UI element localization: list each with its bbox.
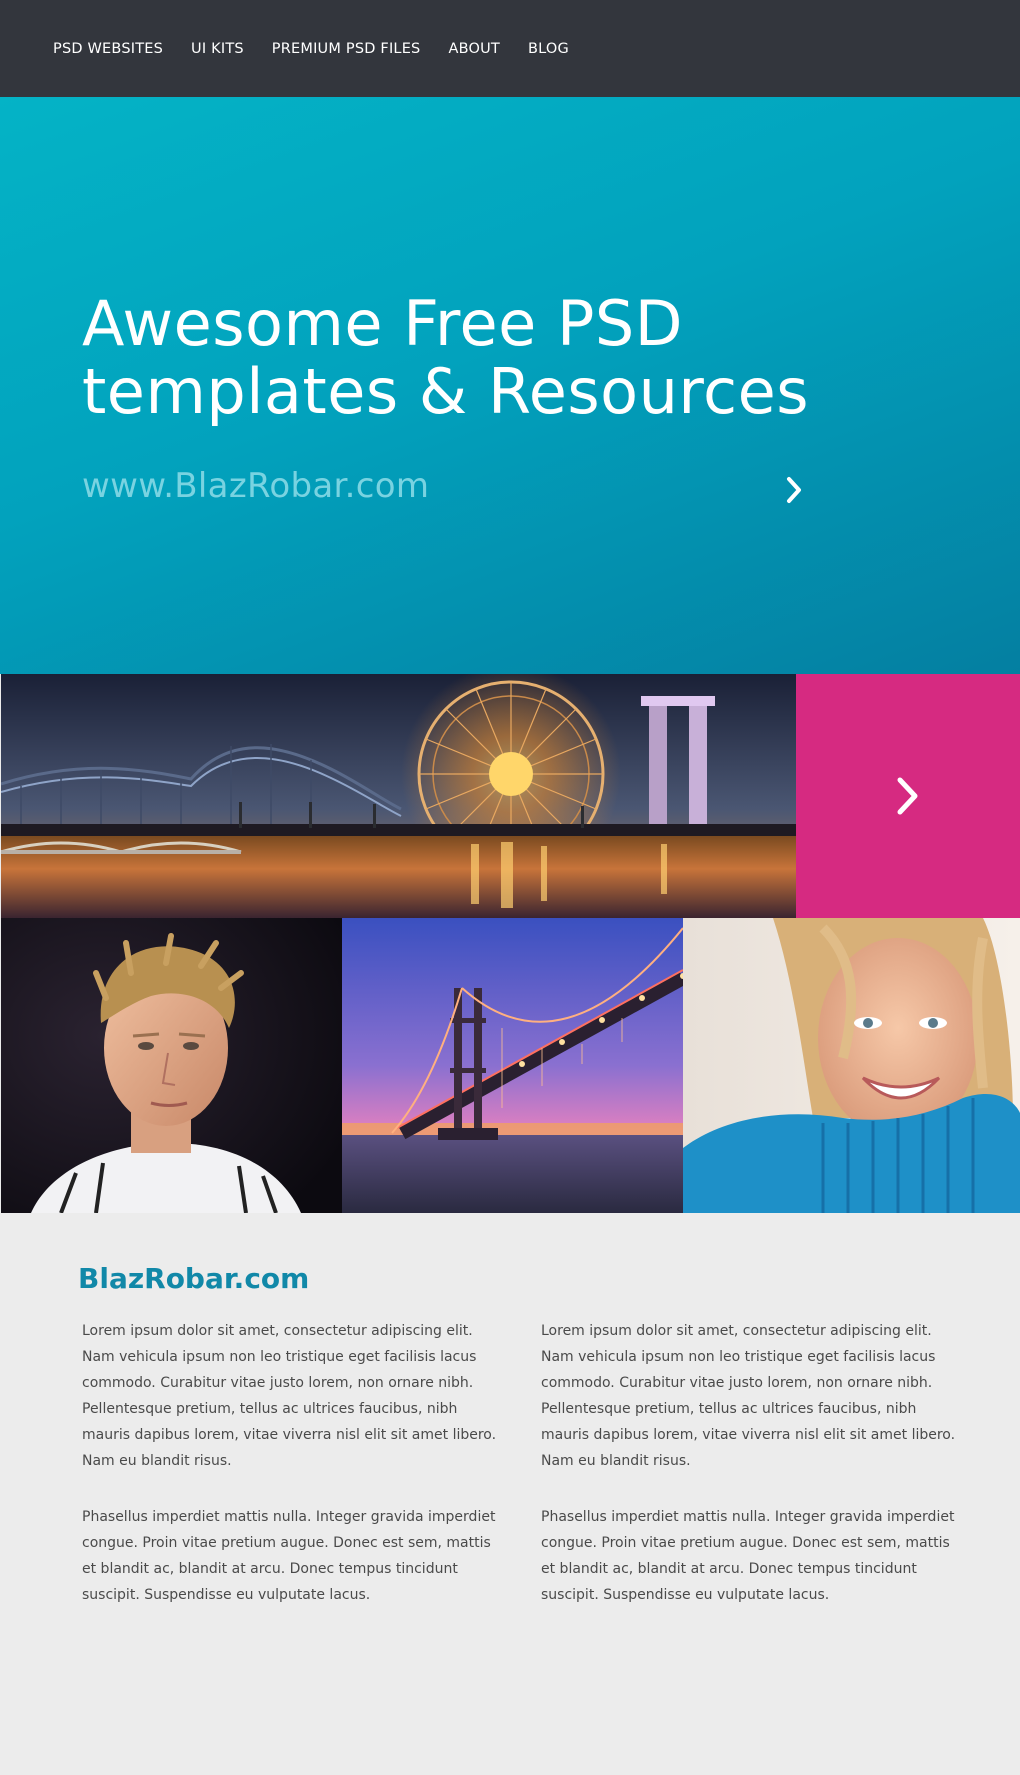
gallery-image-amusement-park[interactable] [1, 674, 796, 918]
gallery-image-woman-portrait[interactable] [683, 918, 1020, 1213]
content-paragraph: Lorem ipsum dolor sit amet, consectetur … [541, 1323, 956, 1469]
hero-title-line-1: Awesome Free PSD [82, 287, 683, 360]
nav-item-premium-psd-files[interactable]: PREMIUM PSD FILES [272, 41, 421, 57]
gallery-image-man-portrait[interactable] [1, 918, 342, 1213]
gallery-image-bridge[interactable] [342, 918, 683, 1213]
gallery-next-button[interactable] [796, 674, 1020, 918]
content-title: BlazRobar.com [78, 1262, 310, 1295]
nav-item-blog[interactable]: BLOG [528, 41, 569, 57]
hero-url-link[interactable]: www.BlazRobar.com [82, 466, 429, 506]
chevron-right-icon [787, 477, 801, 503]
hero-next-button[interactable] [780, 473, 808, 507]
nav-item-ui-kits[interactable]: UI KITS [191, 41, 244, 57]
chevron-right-icon [897, 777, 918, 815]
content-paragraph: Phasellus imperdiet mattis nulla. Intege… [82, 1509, 496, 1603]
hero-banner: Awesome Free PSD templates & Resources w… [0, 97, 1020, 674]
content-column-right: Lorem ipsum dolor sit amet, consectetur … [541, 1318, 961, 1608]
content-paragraph: Lorem ipsum dolor sit amet, consectetur … [82, 1323, 497, 1469]
hero-title: Awesome Free PSD templates & Resources [82, 290, 902, 426]
hero-title-line-2: templates & Resources [82, 355, 810, 428]
content-paragraph: Phasellus imperdiet mattis nulla. Intege… [541, 1509, 955, 1603]
content-column-left: Lorem ipsum dolor sit amet, consectetur … [82, 1318, 502, 1608]
nav-item-psd-websites[interactable]: PSD WEBSITES [53, 41, 163, 57]
top-navigation: PSD WEBSITES UI KITS PREMIUM PSD FILES A… [0, 0, 1020, 97]
nav-item-about[interactable]: ABOUT [448, 41, 500, 57]
